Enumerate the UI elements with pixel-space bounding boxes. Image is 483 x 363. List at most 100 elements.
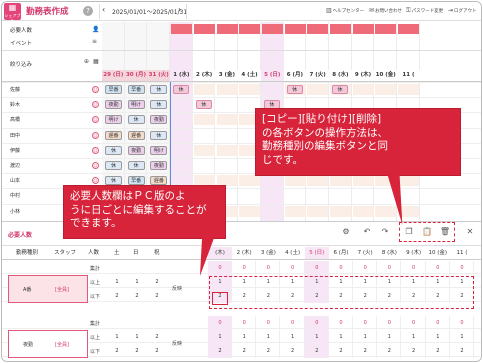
day-off-badge[interactable]: 休 [332, 85, 348, 94]
staff-name[interactable]: 鈴木 [2, 99, 102, 111]
prev-shift-cell[interactable]: 早番 [127, 84, 146, 96]
lower-day-header[interactable]: 8 (水) [377, 247, 402, 259]
upper-val[interactable]: 1 [407, 334, 421, 340]
staff-status-icon[interactable]: ☺ [92, 131, 99, 139]
upper-val[interactable]: 1 [358, 334, 372, 340]
day-header[interactable]: 7 (火) [306, 70, 329, 81]
staff-name[interactable]: 田中 [2, 130, 102, 142]
password-link[interactable]: ⚿パスワード変更 [406, 7, 443, 15]
help-center-link[interactable]: ▥ヘルプセンター [326, 7, 364, 14]
day-header[interactable]: 31 (火) [147, 70, 171, 81]
weekday-upper-val[interactable]: 1 [110, 334, 124, 340]
app-logo[interactable]: ▦ シェアプル [4, 3, 21, 23]
prev-shift-cell[interactable]: 明け [149, 145, 168, 157]
weekday-upper-val[interactable]: 1 [130, 279, 144, 285]
day-off-badge[interactable]: 休 [195, 100, 212, 110]
logout-link[interactable]: ⇥ログアウト [448, 7, 477, 14]
staff-scope-link[interactable]: [全員] [55, 286, 69, 293]
shift-type-block[interactable]: A番 [全員] [8, 275, 88, 303]
staff-name[interactable]: 佐藤 [2, 84, 102, 96]
upper-val[interactable]: 1 [286, 334, 300, 340]
weekday-upper-val[interactable]: 2 [150, 334, 164, 340]
prev-shift-cell[interactable]: 夜勤 [127, 145, 146, 157]
upper-val[interactable]: 1 [237, 334, 251, 340]
shift-type-block[interactable]: 夜勤 [全員] [8, 330, 88, 358]
prev-shift-cell[interactable]: 明け [104, 114, 123, 126]
prev-shift-cell[interactable]: 休 [127, 160, 146, 172]
staff-status-icon[interactable]: ☺ [92, 86, 99, 93]
undo-icon[interactable]: ↶ [360, 225, 374, 239]
redo-icon[interactable]: ↷ [378, 225, 392, 239]
day-off-badge[interactable]: 休 [173, 85, 190, 94]
prev-shift-cell[interactable]: 夜勤 [149, 114, 168, 126]
prev-shift-cell[interactable]: 明け [127, 99, 146, 111]
prev-shift-cell[interactable]: 休 [127, 114, 146, 126]
upper-val[interactable]: 1 [213, 334, 227, 340]
prev-shift-cell[interactable]: 早番 [104, 84, 123, 96]
lower-val[interactable]: 2 [237, 348, 251, 354]
lower-val[interactable]: 2 [286, 348, 300, 354]
next-month-button[interactable]: › [178, 5, 181, 14]
lower-day-header[interactable]: 9 (木) [401, 247, 426, 259]
reflect-button[interactable]: 反映 [172, 340, 182, 347]
reflect-button[interactable]: 反映 [172, 285, 182, 292]
upper-val[interactable]: 1 [310, 334, 324, 340]
lower-val[interactable]: 2 [407, 348, 421, 354]
lower-day-header[interactable]: 6 (月) [329, 247, 353, 259]
staff-status-icon[interactable]: ☺ [92, 146, 99, 154]
upper-val[interactable]: 1 [334, 334, 348, 340]
weekday-lower-val[interactable]: 2 [130, 293, 144, 299]
staff-scope-link[interactable]: [全員] [55, 341, 69, 348]
prev-shift-cell[interactable]: 夜勤 [104, 99, 123, 111]
close-icon[interactable]: ✕ [463, 225, 477, 239]
prev-shift-cell[interactable]: 夜勤 [149, 160, 168, 172]
lower-val[interactable]: 2 [334, 348, 348, 354]
weekday-lower-val[interactable]: 2 [110, 348, 124, 354]
staff-name[interactable]: 高橋 [2, 114, 102, 126]
day-header[interactable]: 10 (金) [374, 70, 398, 81]
lower-day-header[interactable]: 5 (日) [304, 247, 329, 259]
lower-val[interactable]: 2 [310, 348, 324, 354]
lower-day-header[interactable]: 3 (金) [256, 247, 281, 259]
search-icon[interactable]: ⊕ [84, 58, 89, 65]
day-header[interactable]: 1 (水) [170, 70, 193, 81]
lower-day-header[interactable]: 11 ( [450, 247, 474, 259]
weekday-upper-val[interactable]: 1 [130, 334, 144, 340]
lower-day-header[interactable]: 10 (金) [425, 247, 450, 259]
weekday-upper-val[interactable]: 1 [110, 279, 124, 285]
lower-day-header[interactable]: 7 (火) [353, 247, 378, 259]
day-header[interactable]: 5 (日) [260, 70, 284, 81]
table-icon[interactable]: ▦ [93, 58, 99, 65]
upper-val[interactable]: 1 [455, 334, 469, 340]
upper-val[interactable]: 1 [431, 334, 445, 340]
day-header[interactable]: 2 (木) [192, 70, 216, 81]
day-header[interactable]: 4 (土) [238, 70, 261, 81]
event-add-icon[interactable]: ≡ [92, 38, 97, 45]
upper-val[interactable]: 1 [261, 334, 275, 340]
day-header[interactable]: 9 (木) [351, 70, 375, 81]
staff-name[interactable]: 伊藤 [2, 145, 102, 157]
day-off-badge[interactable]: 休 [286, 85, 303, 94]
weekday-lower-val[interactable]: 2 [150, 293, 164, 299]
weekday-lower-val[interactable]: 2 [130, 348, 144, 354]
lower-day-header[interactable]: 4 (土) [280, 247, 305, 259]
day-header[interactable]: 29 (日) [102, 70, 125, 81]
staff-status-icon[interactable]: ☺ [92, 162, 99, 169]
day-header[interactable]: 30 (月) [124, 70, 148, 81]
weekday-upper-val[interactable]: 2 [150, 279, 164, 285]
weekday-lower-val[interactable]: 2 [110, 293, 124, 299]
prev-shift-cell[interactable]: 遅番 [127, 130, 146, 142]
lower-val[interactable]: 2 [261, 348, 275, 354]
lower-val[interactable]: 2 [455, 348, 469, 354]
day-header[interactable]: 3 (金) [215, 70, 239, 81]
prev-month-button[interactable]: ‹ [102, 5, 105, 14]
prev-shift-cell[interactable]: 休 [104, 160, 123, 172]
settings-icon[interactable]: ⚙ [339, 225, 353, 239]
lower-val[interactable]: 2 [431, 348, 445, 354]
lower-day-header[interactable]: 2 (木) [232, 247, 257, 259]
lower-val[interactable]: 2 [358, 348, 372, 354]
upper-val[interactable]: 1 [382, 334, 396, 340]
prev-shift-cell[interactable]: 休 [104, 145, 123, 157]
prev-shift-cell[interactable]: 休 [149, 130, 168, 142]
prev-shift-cell[interactable]: 休 [149, 84, 168, 96]
